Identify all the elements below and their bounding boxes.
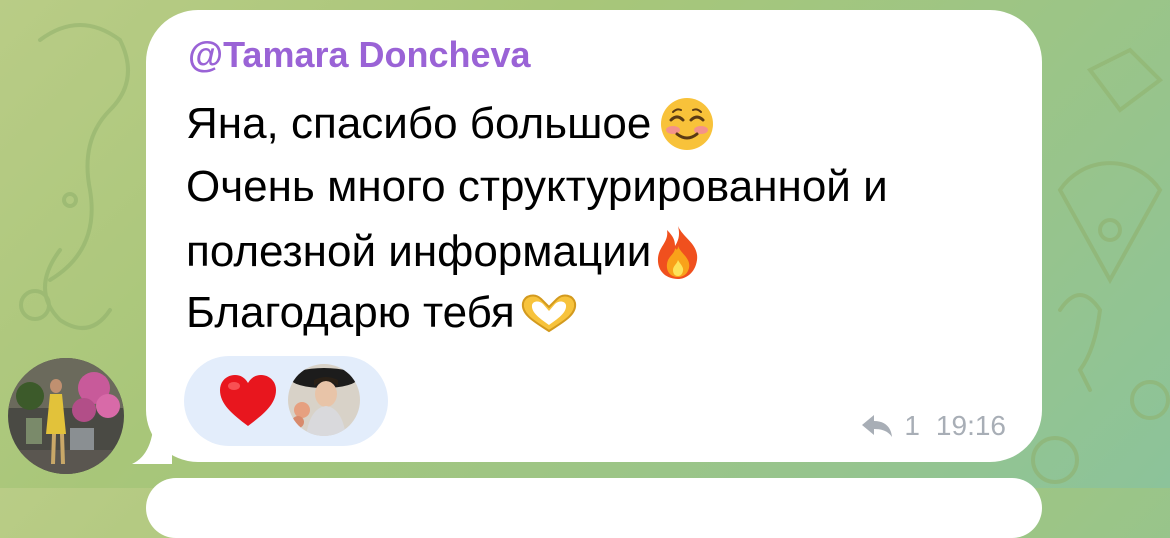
message-line-3: полезной информации: [186, 224, 703, 280]
reactions-pill[interactable]: [184, 356, 388, 446]
message-bubble[interactable]: @Tamara Doncheva Яна, спасибо большое Оч…: [132, 10, 1042, 464]
message-text: полезной информации: [186, 227, 652, 276]
message-line-4: Благодарю тебя: [186, 288, 581, 338]
message-time: 19:16: [935, 410, 1006, 441]
message-text: Яна, спасибо большое: [186, 99, 652, 148]
reply-arrow-icon[interactable]: [860, 413, 894, 439]
sender-name[interactable]: @Tamara Doncheva: [188, 34, 531, 76]
message-line-1: Яна, спасибо большое: [186, 96, 715, 152]
reactor-photo-icon: [288, 364, 360, 436]
message-meta: 1 19:16: [860, 410, 1006, 442]
next-message-bubble[interactable]: [146, 478, 1042, 538]
reply-count: 1: [904, 410, 920, 441]
smiling-face-icon: [661, 98, 714, 150]
message-body: @Tamara Doncheva Яна, спасибо большое Оч…: [146, 10, 1042, 462]
message-line-2: Очень много структурированной и: [186, 162, 888, 212]
reactor-avatar[interactable]: [288, 364, 360, 436]
heart-hands-icon: [521, 294, 576, 333]
sender-photo-icon: [8, 358, 124, 474]
red-heart-icon: [220, 375, 276, 426]
message-text: Благодарю тебя: [186, 288, 515, 337]
message-text: Очень много структурированной и: [186, 162, 888, 211]
sender-avatar[interactable]: [8, 358, 124, 474]
fire-icon: [658, 226, 698, 279]
